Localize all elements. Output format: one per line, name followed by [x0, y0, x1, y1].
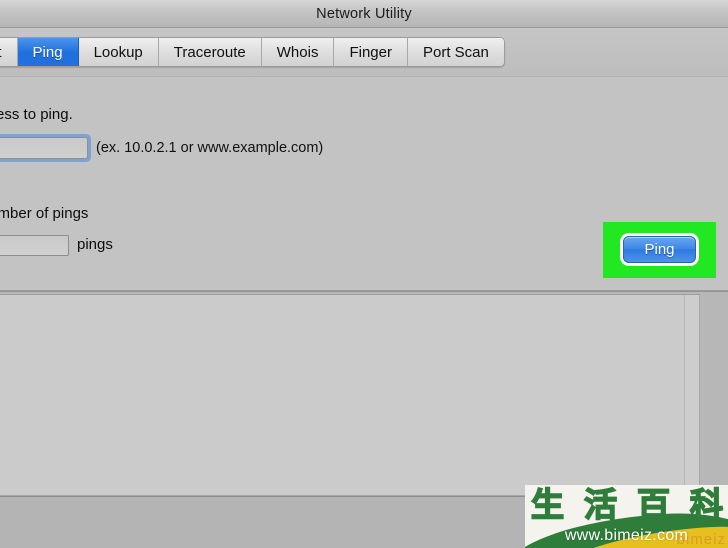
watermark-char-4: 科 [689, 485, 724, 524]
panel-divider [0, 76, 728, 77]
window-titlebar[interactable]: Network Utility [0, 0, 728, 28]
results-scrollbar[interactable] [684, 295, 699, 495]
ping-address-hint: (ex. 10.0.2.1 or www.example.com) [96, 140, 324, 156]
network-utility-window: Network Utility Netstat Ping Lookup Trac… [0, 0, 728, 548]
tab-group: Netstat Ping Lookup Traceroute Whois Fin… [0, 37, 505, 67]
tab-netstat[interactable]: Netstat [0, 38, 18, 66]
watermark-cn-text: 生 活 百 科 [530, 485, 724, 524]
ping-button[interactable]: Ping [623, 236, 696, 263]
tab-ping[interactable]: Ping [17, 38, 79, 66]
ping-count-unit-label: pings [77, 236, 113, 253]
tab-traceroute[interactable]: Traceroute [158, 38, 262, 66]
results-divider-top [0, 290, 728, 292]
watermark-char-2: 活 [583, 485, 618, 524]
watermark-char-3: 百 [636, 485, 671, 524]
watermark-char-1: 生 [530, 485, 565, 524]
watermark-ghost-text: bimeiz [676, 531, 726, 548]
tab-port-scan[interactable]: Port Scan [407, 38, 504, 66]
ping-address-input[interactable] [0, 137, 88, 159]
page-title: Network Utility [316, 5, 412, 22]
tab-lookup[interactable]: Lookup [78, 38, 159, 66]
tab-finger[interactable]: Finger [334, 38, 408, 66]
watermark: 生 活 百 科 www.bimeiz.com bimeiz [525, 485, 728, 548]
ping-button-label: Ping [644, 241, 675, 258]
tab-whois[interactable]: Whois [261, 38, 335, 66]
ping-results-panel[interactable] [0, 294, 700, 496]
ping-count-label: ed number of pings [0, 205, 89, 222]
ping-address-label: address to ping. [0, 106, 73, 123]
tab-strip: Netstat Ping Lookup Traceroute Whois Fin… [0, 28, 728, 76]
ping-count-input[interactable] [0, 235, 69, 256]
